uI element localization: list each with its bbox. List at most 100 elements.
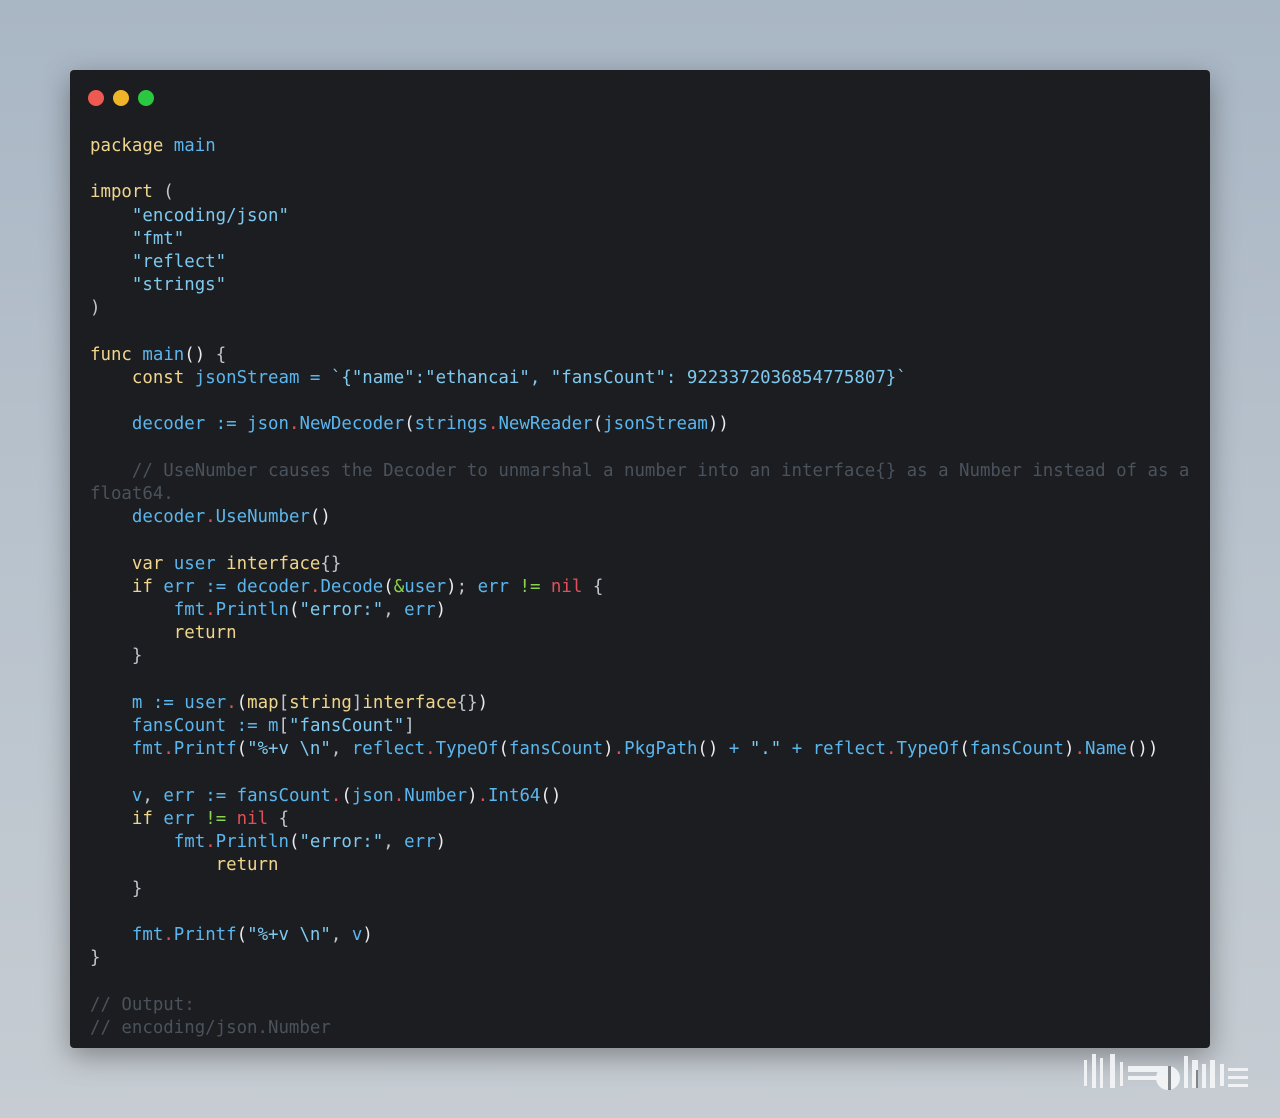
code-token-id: decoder [236, 576, 310, 597]
code-token-id: strings [414, 414, 488, 435]
code-token-str: `{"name":"ethancai", "fansCount": 922337… [330, 368, 907, 389]
code-token-paren: ) [435, 600, 447, 621]
code-token-kw: string [289, 692, 352, 713]
maximize-window-button[interactable] [138, 90, 154, 106]
code-token-kw: return [215, 855, 279, 876]
code-token-paren: ( [592, 414, 604, 435]
code-token-plain: , [330, 739, 352, 760]
code-token-dotop: . [393, 785, 405, 806]
code-line: ​ [90, 669, 1205, 692]
code-token-str: "error:" [299, 600, 384, 621]
code-token-paren: () [697, 739, 719, 760]
code-token-id: fmt [131, 924, 164, 945]
code-token-id: err [404, 832, 436, 853]
code-line: ​ [90, 901, 1205, 924]
code-line: func main() { [90, 344, 1205, 367]
close-window-button[interactable] [88, 90, 104, 106]
code-token-id: err [163, 808, 195, 829]
code-token-dotop: . [425, 739, 436, 760]
code-token-plain: [ [278, 716, 290, 737]
code-token-op: + [791, 739, 803, 760]
code-token-str: "fansCount" [289, 716, 405, 737]
code-line: const jsonStream = `{"name":"ethancai", … [90, 367, 1205, 390]
code-token-plain: { [582, 576, 604, 597]
code-token-plain: ; [456, 576, 478, 597]
code-token-plain: [ [278, 692, 290, 713]
code-line: fmt.Printf("%+v \n", v) [90, 924, 1205, 947]
code-line: // Output: [90, 994, 1205, 1017]
code-token-id: v [131, 785, 143, 806]
code-token-cmt: // Output: [90, 994, 195, 1015]
code-token-paren: ( [236, 924, 248, 945]
code-token-id: Number [404, 785, 468, 806]
code-token-plain: } [90, 878, 143, 899]
code-token-paren: ()) [1126, 739, 1159, 760]
code-window: package main​import ( "encoding/json" "f… [70, 70, 1210, 1048]
code-token-paren: () [309, 507, 331, 528]
code-token-paren: ) [446, 576, 457, 597]
code-token-dotop: . [477, 785, 489, 806]
code-token-dotop: . [205, 832, 216, 853]
code-token-plain: , [142, 785, 164, 806]
code-token-id: fansCount [508, 739, 604, 760]
code-line: ​ [90, 321, 1205, 344]
code-token-id: NewReader [498, 414, 593, 435]
code-token-plain: { [268, 808, 290, 829]
code-line: decoder.UseNumber() [90, 506, 1205, 529]
code-token-op: := [215, 414, 237, 435]
code-token-id: m [131, 692, 143, 713]
code-token-id: Decode [320, 576, 384, 597]
code-token-plain: ( [152, 182, 174, 203]
code-token-neq: != [519, 576, 541, 597]
code-line: // UseNumber causes the Decoder to unmar… [90, 460, 1205, 506]
watermark-logo-icon [1084, 1054, 1248, 1090]
code-token-amp: & [393, 576, 405, 597]
code-token-kw: const [131, 368, 185, 389]
minimize-window-button[interactable] [113, 90, 129, 106]
code-token-plain: } [90, 646, 143, 667]
code-token-id: json [351, 785, 394, 806]
code-token-id: Printf [173, 924, 237, 945]
code-token-dotop: . [226, 692, 237, 713]
code-token-id: m [268, 716, 279, 737]
code-line: ​ [90, 970, 1205, 993]
code-token-paren: ( [288, 600, 300, 621]
code-token-paren: ( [404, 414, 415, 435]
code-line: "strings" [90, 274, 1205, 297]
code-token-op: := [236, 716, 258, 737]
code-token-id: TypeOf [896, 739, 960, 760]
code-token-paren: ( [236, 739, 248, 760]
code-token-id: main [142, 344, 185, 365]
code-token-plain: , [383, 600, 405, 621]
code-token-kw: map [247, 692, 279, 713]
code-token-paren: ( [288, 832, 300, 853]
code-line: } [90, 645, 1205, 668]
code-token-id: user [184, 692, 227, 713]
code-token-op: = [309, 368, 321, 389]
code-token-kw: interface [226, 553, 321, 574]
